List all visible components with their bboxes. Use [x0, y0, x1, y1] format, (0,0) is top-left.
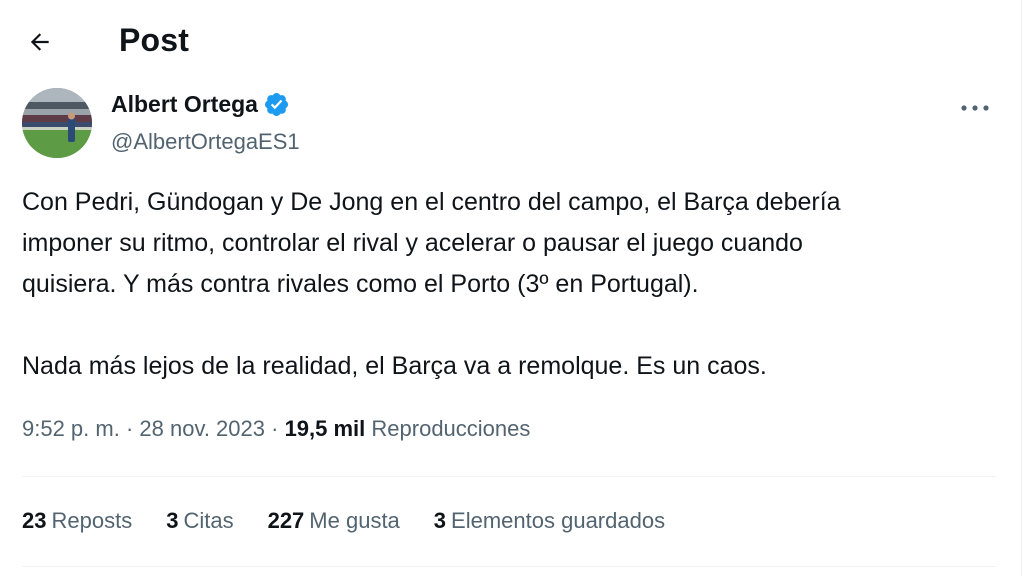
author-handle[interactable]: @AlbertOrtegaES1 [111, 129, 300, 155]
author-display-name[interactable]: Albert Ortega [111, 91, 258, 118]
meta-separator: · [265, 416, 285, 441]
views-label: Reproducciones [371, 416, 531, 441]
quotes-stat[interactable]: 3 Citas [166, 508, 233, 534]
verified-badge-icon[interactable] [263, 91, 290, 118]
post-text: Con Pedri, Gündogan y De Jong en el cent… [22, 182, 1002, 387]
divider [22, 476, 996, 477]
post-meta: 9:52 p. m. · 28 nov. 2023 · 19,5 mil Rep… [22, 416, 530, 442]
avatar[interactable] [22, 88, 92, 158]
stat-label: Reposts [51, 508, 133, 533]
arrow-left-icon [30, 33, 49, 51]
post-author: Albert Ortega @AlbertOrtegaES1 [22, 88, 1002, 160]
views-count: 19,5 mil [284, 416, 366, 441]
stadium-photo-icon [22, 88, 92, 158]
bookmarks-stat[interactable]: 3 Elementos guardados [434, 508, 665, 534]
stat-label: Me gusta [309, 508, 400, 533]
stat-count: 227 [267, 508, 305, 533]
meta-separator: · [119, 416, 140, 441]
post-text-paragraph: Con Pedri, Gündogan y De Jong en el cent… [22, 188, 841, 298]
back-button[interactable] [22, 24, 58, 60]
stat-count: 3 [433, 508, 447, 533]
post-date[interactable]: 28 nov. 2023 [139, 416, 265, 441]
post-stats: 23 Reposts 3 Citas 227 Me gusta 3 Elementos … [22, 508, 699, 534]
column-border [1021, 0, 1022, 576]
divider [22, 566, 996, 567]
more-horizontal-icon [961, 105, 989, 111]
stat-label: Citas [183, 508, 234, 533]
likes-stat[interactable]: 227 Me gusta [268, 508, 400, 534]
more-options-button[interactable] [958, 94, 992, 122]
stat-label: Elementos guardados [451, 508, 666, 533]
stat-count: 23 [22, 508, 47, 533]
page-title: Post [119, 22, 190, 58]
stat-count: 3 [166, 508, 179, 533]
post-time[interactable]: 9:52 p. m. [22, 416, 120, 441]
post-text-paragraph: Nada más lejos de la realidad, el Barça … [22, 352, 767, 380]
reposts-stat[interactable]: 23 Reposts [22, 508, 132, 534]
author-name-row: Albert Ortega [111, 91, 290, 118]
post-header: Post [0, 0, 1020, 84]
